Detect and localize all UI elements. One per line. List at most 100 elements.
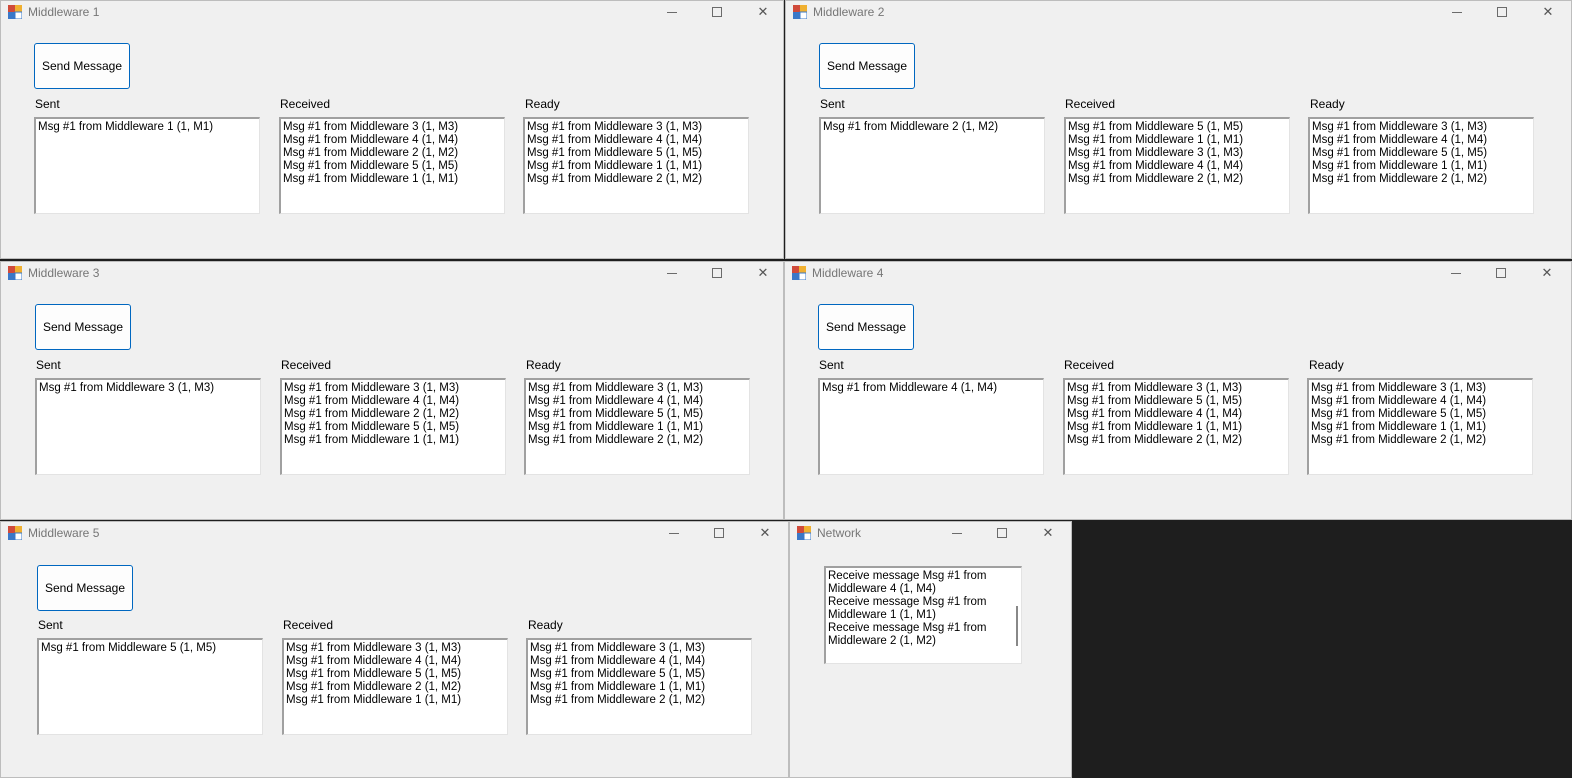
list-item[interactable]: Msg #1 from Middleware 1 (1, M1) — [1067, 421, 1288, 434]
received-list[interactable]: Msg #1 from Middleware 3 (1, M3) Msg #1 f… — [1063, 378, 1289, 475]
maximize-icon[interactable] — [980, 522, 1024, 544]
send-message-button[interactable]: Send Message — [37, 565, 133, 611]
minimize-icon[interactable] — [652, 522, 696, 544]
title-bar[interactable]: Middleware 4 — [785, 262, 1571, 284]
list-item[interactable]: Msg #1 from Middleware 3 (1, M3) — [530, 642, 751, 655]
list-item[interactable]: Msg #1 from Middleware 4 (1, M4) — [1068, 160, 1289, 173]
list-item[interactable]: Msg #1 from Middleware 1 (1, M1) — [527, 160, 748, 173]
close-icon[interactable] — [1526, 1, 1570, 23]
list-item[interactable]: Msg #1 from Middleware 2 (1, M2) — [283, 147, 504, 160]
list-item[interactable]: Msg #1 from Middleware 3 (1, M3) — [527, 121, 748, 134]
list-item[interactable]: Msg #1 from Middleware 3 (1, M3) — [286, 642, 507, 655]
ready-list[interactable]: Msg #1 from Middleware 3 (1, M3) Msg #1 f… — [1308, 117, 1534, 214]
list-item[interactable]: Msg #1 from Middleware 4 (1, M4) — [1067, 408, 1288, 421]
close-icon[interactable] — [741, 1, 783, 23]
list-item[interactable]: Msg #1 from Middleware 5 (1, M5) — [286, 668, 507, 681]
list-item[interactable]: Msg #1 from Middleware 2 (1, M2) — [1067, 434, 1288, 447]
list-item[interactable]: Msg #1 from Middleware 5 (1, M5) — [1311, 408, 1532, 421]
list-item[interactable]: Msg #1 from Middleware 2 (1, M2) — [1312, 173, 1533, 186]
send-message-button[interactable]: Send Message — [35, 304, 131, 350]
list-item[interactable]: Msg #1 from Middleware 5 (1, M5) — [1067, 395, 1288, 408]
list-item[interactable]: Msg #1 from Middleware 4 (1, M4) — [284, 395, 505, 408]
sent-list[interactable]: Msg #1 from Middleware 4 (1, M4) — [818, 378, 1044, 475]
list-item[interactable]: Msg #1 from Middleware 1 (1, M1) — [1312, 160, 1533, 173]
list-item[interactable]: Msg #1 from Middleware 5 (1, M5) — [1312, 147, 1533, 160]
maximize-icon[interactable] — [697, 522, 741, 544]
maximize-icon[interactable] — [1479, 262, 1523, 284]
list-item[interactable]: Receive message Msg #1 from Middleware 4… — [828, 570, 993, 596]
title-bar[interactable]: Middleware 3 — [1, 262, 783, 284]
received-list[interactable]: Msg #1 from Middleware 3 (1, M3) Msg #1 f… — [279, 117, 505, 214]
list-item[interactable]: Msg #1 from Middleware 5 (1, M5) — [283, 160, 504, 173]
list-item[interactable]: Msg #1 from Middleware 3 (1, M3) — [1067, 382, 1288, 395]
title-bar[interactable]: Middleware 5 — [1, 522, 788, 544]
list-item[interactable]: Msg #1 from Middleware 5 (1, M5) — [528, 408, 749, 421]
send-message-button[interactable]: Send Message — [818, 304, 914, 350]
list-item[interactable]: Msg #1 from Middleware 5 (1, M5) — [284, 421, 505, 434]
list-item[interactable]: Msg #1 from Middleware 5 (1, M5) — [530, 668, 751, 681]
title-bar[interactable]: Network — [790, 522, 1071, 544]
minimize-icon[interactable] — [1434, 262, 1478, 284]
list-item[interactable]: Msg #1 from Middleware 3 (1, M3) — [528, 382, 749, 395]
minimize-icon[interactable] — [650, 1, 694, 23]
close-icon[interactable] — [1026, 522, 1070, 544]
list-item[interactable]: Msg #1 from Middleware 5 (1, M5) — [41, 642, 262, 655]
list-item[interactable]: Msg #1 from Middleware 4 (1, M4) — [1312, 134, 1533, 147]
ready-list[interactable]: Msg #1 from Middleware 3 (1, M3) Msg #1 f… — [523, 117, 749, 214]
maximize-icon[interactable] — [695, 262, 739, 284]
list-item[interactable]: Msg #1 from Middleware 4 (1, M4) — [1311, 395, 1532, 408]
list-item[interactable]: Msg #1 from Middleware 4 (1, M4) — [528, 395, 749, 408]
list-item[interactable]: Msg #1 from Middleware 1 (1, M1) — [528, 421, 749, 434]
list-item[interactable]: Msg #1 from Middleware 5 (1, M5) — [527, 147, 748, 160]
title-bar[interactable]: Middleware 2 — [786, 1, 1571, 23]
list-item[interactable]: Receive message Msg #1 from Middleware 2… — [828, 622, 993, 648]
list-item[interactable]: Msg #1 from Middleware 1 (1, M1) — [286, 694, 507, 707]
received-list[interactable]: Msg #1 from Middleware 3 (1, M3) Msg #1 f… — [282, 638, 508, 735]
list-item[interactable]: Msg #1 from Middleware 4 (1, M4) — [822, 382, 1043, 395]
list-item[interactable]: Msg #1 from Middleware 3 (1, M3) — [1311, 382, 1532, 395]
title-bar[interactable]: Middleware 1 — [1, 1, 783, 23]
list-item[interactable]: Msg #1 from Middleware 1 (1, M1) — [1068, 134, 1289, 147]
sent-list[interactable]: Msg #1 from Middleware 5 (1, M5) — [37, 638, 263, 735]
list-item[interactable]: Msg #1 from Middleware 2 (1, M2) — [530, 694, 751, 707]
received-list[interactable]: Msg #1 from Middleware 3 (1, M3) Msg #1 f… — [280, 378, 506, 475]
list-item[interactable]: Msg #1 from Middleware 2 (1, M2) — [284, 408, 505, 421]
list-item[interactable]: Msg #1 from Middleware 5 (1, M5) — [1068, 121, 1289, 134]
network-log-list[interactable]: Receive message Msg #1 from Middleware 4… — [824, 566, 1022, 664]
list-item[interactable]: Receive message Msg #1 from Middleware 1… — [828, 596, 993, 622]
list-item[interactable]: Msg #1 from Middleware 3 (1, M3) — [283, 121, 504, 134]
maximize-icon[interactable] — [695, 1, 739, 23]
minimize-icon[interactable] — [935, 522, 979, 544]
received-list[interactable]: Msg #1 from Middleware 5 (1, M5) Msg #1 f… — [1064, 117, 1290, 214]
close-icon[interactable] — [741, 262, 783, 284]
list-item[interactable]: Msg #1 from Middleware 1 (1, M1) — [283, 173, 504, 186]
list-item[interactable]: Msg #1 from Middleware 4 (1, M4) — [283, 134, 504, 147]
maximize-icon[interactable] — [1480, 1, 1524, 23]
scrollbar[interactable] — [1016, 606, 1018, 646]
sent-list[interactable]: Msg #1 from Middleware 1 (1, M1) — [34, 117, 260, 214]
list-item[interactable]: Msg #1 from Middleware 1 (1, M1) — [284, 434, 505, 447]
list-item[interactable]: Msg #1 from Middleware 4 (1, M4) — [527, 134, 748, 147]
sent-list[interactable]: Msg #1 from Middleware 3 (1, M3) — [35, 378, 261, 475]
list-item[interactable]: Msg #1 from Middleware 1 (1, M1) — [38, 121, 259, 134]
minimize-icon[interactable] — [650, 262, 694, 284]
ready-list[interactable]: Msg #1 from Middleware 3 (1, M3) Msg #1 f… — [524, 378, 750, 475]
close-icon[interactable] — [743, 522, 787, 544]
minimize-icon[interactable] — [1435, 1, 1479, 23]
list-item[interactable]: Msg #1 from Middleware 3 (1, M3) — [1312, 121, 1533, 134]
list-item[interactable]: Msg #1 from Middleware 3 (1, M3) — [284, 382, 505, 395]
list-item[interactable]: Msg #1 from Middleware 1 (1, M1) — [1311, 421, 1532, 434]
list-item[interactable]: Msg #1 from Middleware 2 (1, M2) — [823, 121, 1044, 134]
ready-list[interactable]: Msg #1 from Middleware 3 (1, M3) Msg #1 f… — [1307, 378, 1533, 475]
list-item[interactable]: Msg #1 from Middleware 2 (1, M2) — [528, 434, 749, 447]
send-message-button[interactable]: Send Message — [819, 43, 915, 89]
list-item[interactable]: Msg #1 from Middleware 2 (1, M2) — [527, 173, 748, 186]
send-message-button[interactable]: Send Message — [34, 43, 130, 89]
close-icon[interactable] — [1525, 262, 1569, 284]
sent-list[interactable]: Msg #1 from Middleware 2 (1, M2) — [819, 117, 1045, 214]
list-item[interactable]: Msg #1 from Middleware 3 (1, M3) — [1068, 147, 1289, 160]
list-item[interactable]: Msg #1 from Middleware 4 (1, M4) — [286, 655, 507, 668]
list-item[interactable]: Msg #1 from Middleware 4 (1, M4) — [530, 655, 751, 668]
list-item[interactable]: Msg #1 from Middleware 2 (1, M2) — [286, 681, 507, 694]
ready-list[interactable]: Msg #1 from Middleware 3 (1, M3) Msg #1 f… — [526, 638, 752, 735]
